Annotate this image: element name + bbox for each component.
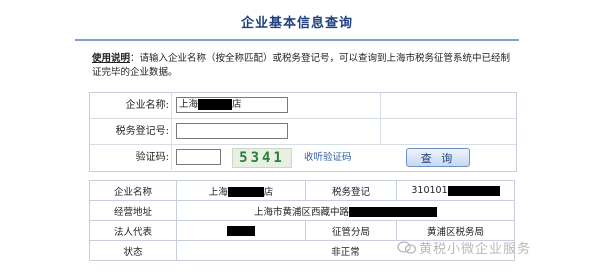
header-address: 经营地址 [89, 200, 177, 221]
table-row: 企业名称 上海 店 税务登记 310101 [89, 180, 515, 201]
company-name-suffix: 店 [263, 186, 274, 198]
tax-reg-prefix: 310101 [411, 185, 448, 196]
captcha-input[interactable] [176, 149, 221, 165]
tax-id-input[interactable] [176, 123, 288, 139]
legal-rep-value [176, 220, 306, 241]
redaction-bar [227, 225, 255, 236]
usage-notice-label: 使用说明 [92, 53, 131, 64]
address-prefix: 上海市黄浦区西藏中路 [253, 206, 349, 218]
wechat-icon [397, 241, 417, 254]
usage-notice: 使用说明：请输入企业名称（按全称匹配）或税务登记号，可以查询到上海市税务征管系统… [92, 52, 516, 80]
form-row-filler [380, 119, 517, 144]
header-tax-bureau: 征管分局 [305, 220, 397, 241]
header-company-name: 企业名称 [89, 180, 177, 201]
usage-notice-text: ：请输入企业名称（按全称匹配）或税务登记号，可以查询到上海市税务征管系统中已经制… [92, 53, 511, 78]
query-button[interactable]: 查 询 [406, 148, 470, 167]
redaction-bar [349, 207, 437, 217]
redaction-bar [227, 187, 264, 197]
title-divider [75, 39, 519, 41]
listen-captcha-link[interactable]: 收听验证码 [304, 145, 352, 170]
form-row-captcha: 验证码: 5341 收听验证码 查 询 [90, 145, 516, 170]
search-form: 企业名称: 上海 店 税务登记号: 验证码: 5341 收听验证码 查 询 [89, 92, 517, 172]
tax-reg-value: 310101 [396, 180, 515, 201]
tax-id-label: 税务登记号: [90, 119, 172, 144]
form-row-company-name: 企业名称: 上海 店 [90, 93, 516, 119]
company-name-label: 企业名称: [90, 93, 172, 118]
page-title: 企业基本信息查询 [240, 16, 353, 31]
redaction-bar [198, 99, 233, 110]
captcha-label: 验证码: [90, 145, 172, 170]
captcha-image: 5341 [232, 148, 292, 168]
form-row-filler [380, 93, 517, 118]
company-name-input-prefix: 上海 [179, 99, 199, 110]
company-name-input[interactable]: 上海 店 [176, 97, 288, 113]
watermark-text: 黄税小微企业服务 [419, 242, 532, 257]
redaction-bar [447, 185, 500, 196]
company-name-value: 上海 店 [176, 180, 306, 201]
table-row: 经营地址 上海市黄浦区西藏中路 [89, 200, 515, 221]
company-name-input-suffix: 店 [232, 99, 242, 110]
header-tax-reg: 税务登记 [305, 180, 397, 201]
header-legal-rep: 法人代表 [89, 220, 177, 241]
form-row-tax-id: 税务登记号: [90, 119, 516, 145]
company-name-prefix: 上海 [208, 186, 228, 198]
header-status: 状态 [89, 240, 177, 261]
address-value: 上海市黄浦区西藏中路 [176, 200, 515, 221]
